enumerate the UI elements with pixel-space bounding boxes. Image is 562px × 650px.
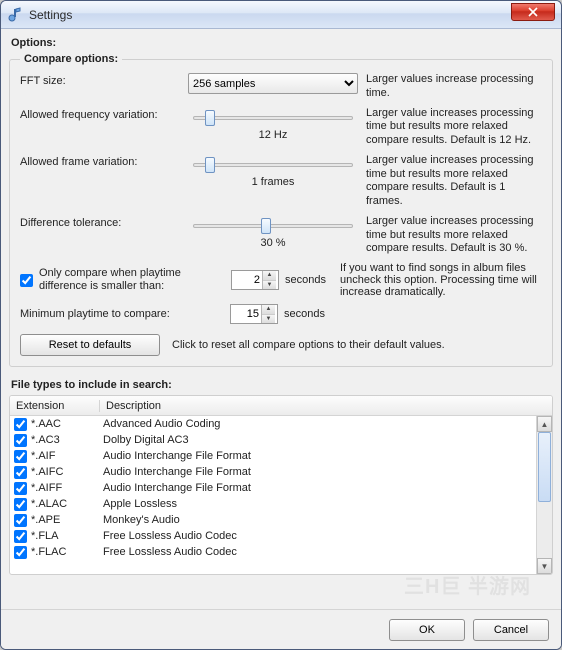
- filetype-desc: Audio Interchange File Format: [103, 466, 536, 478]
- filetype-desc: Audio Interchange File Format: [103, 450, 536, 462]
- reset-defaults-button[interactable]: Reset to defaults: [20, 334, 160, 356]
- filetype-row[interactable]: *.AIFCAudio Interchange File Format: [10, 464, 536, 480]
- fft-size-select[interactable]: 256 samples: [188, 73, 358, 94]
- min-playtime-unit: seconds: [284, 308, 325, 320]
- freq-value: 12 Hz: [259, 129, 288, 141]
- filetype-desc: Advanced Audio Coding: [103, 418, 536, 430]
- spin-down-icon[interactable]: ▼: [262, 315, 275, 324]
- filetypes-header: Extension Description: [10, 396, 552, 416]
- client-area: Options: Compare options: FFT size: 256 …: [1, 29, 561, 649]
- compare-options-legend: Compare options:: [20, 53, 122, 65]
- only-compare-label: Only compare when playtime difference is…: [39, 267, 231, 293]
- filetype-ext: *.ALAC: [31, 498, 103, 510]
- min-playtime-spinner[interactable]: ▲▼: [230, 304, 278, 324]
- filetype-checkbox[interactable]: [14, 418, 27, 431]
- col-extension[interactable]: Extension: [10, 400, 100, 412]
- filetype-ext: *.AAC: [31, 418, 103, 430]
- only-compare-unit: seconds: [285, 274, 326, 286]
- diff-label: Difference tolerance:: [20, 215, 188, 229]
- spin-up-icon[interactable]: ▲: [262, 305, 275, 315]
- min-playtime-label: Minimum playtime to compare:: [20, 308, 230, 320]
- frame-value: 1 frames: [252, 176, 295, 188]
- min-playtime-row: Minimum playtime to compare: ▲▼ seconds: [20, 304, 542, 324]
- filetypes-scrollbar[interactable]: ▲ ▼: [536, 416, 552, 574]
- filetype-ext: *.AIFC: [31, 466, 103, 478]
- only-compare-row: Only compare when playtime difference is…: [20, 262, 542, 298]
- filetype-ext: *.FLA: [31, 530, 103, 542]
- diff-help: Larger value increases processing time b…: [358, 215, 542, 256]
- freq-row: Allowed frequency variation: 12 Hz Large…: [20, 107, 542, 148]
- spin-down-icon[interactable]: ▼: [263, 281, 276, 290]
- settings-window: Settings Options: Compare options: FFT s…: [0, 0, 562, 650]
- fft-label: FFT size:: [20, 73, 188, 87]
- filetype-desc: Free Lossless Audio Codec: [103, 530, 536, 542]
- diff-row: Difference tolerance: 30 % Larger value …: [20, 215, 542, 256]
- diff-slider[interactable]: [193, 217, 353, 235]
- filetype-checkbox[interactable]: [14, 514, 27, 527]
- scroll-down-icon[interactable]: ▼: [537, 558, 552, 574]
- filetype-ext: *.AIF: [31, 450, 103, 462]
- freq-slider[interactable]: [193, 109, 353, 127]
- filetype-row[interactable]: *.AACAdvanced Audio Coding: [10, 416, 536, 432]
- filetype-row[interactable]: *.FLACFree Lossless Audio Codec: [10, 544, 536, 560]
- filetype-row[interactable]: *.APEMonkey's Audio: [10, 512, 536, 528]
- filetype-checkbox[interactable]: [14, 466, 27, 479]
- filetypes-list: Extension Description *.AACAdvanced Audi…: [9, 395, 553, 575]
- frame-help: Larger value increases processing time b…: [358, 154, 542, 209]
- filetype-desc: Audio Interchange File Format: [103, 482, 536, 494]
- filetype-row[interactable]: *.FLAFree Lossless Audio Codec: [10, 528, 536, 544]
- filetype-checkbox[interactable]: [14, 482, 27, 495]
- filetype-ext: *.FLAC: [31, 546, 103, 558]
- dialog-buttons: OK Cancel: [1, 609, 561, 649]
- filetype-checkbox[interactable]: [14, 530, 27, 543]
- freq-label: Allowed frequency variation:: [20, 107, 188, 121]
- filetype-desc: Dolby Digital AC3: [103, 434, 536, 446]
- filetype-row[interactable]: *.ALACApple Lossless: [10, 496, 536, 512]
- filetype-row[interactable]: *.AIFFAudio Interchange File Format: [10, 480, 536, 496]
- freq-help: Larger value increases processing time b…: [358, 107, 542, 148]
- reset-row: Reset to defaults Click to reset all com…: [20, 334, 542, 356]
- filetype-ext: *.AC3: [31, 434, 103, 446]
- spin-up-icon[interactable]: ▲: [263, 271, 276, 281]
- filetype-row[interactable]: *.AC3Dolby Digital AC3: [10, 432, 536, 448]
- fft-help: Larger values increase processing time.: [358, 73, 542, 101]
- scroll-thumb[interactable]: [538, 432, 551, 502]
- filetype-row[interactable]: *.AIFAudio Interchange File Format: [10, 448, 536, 464]
- window-title: Settings: [29, 8, 72, 22]
- filetype-desc: Apple Lossless: [103, 498, 536, 510]
- filetype-desc: Free Lossless Audio Codec: [103, 546, 536, 558]
- frame-slider[interactable]: [193, 156, 353, 174]
- frame-row: Allowed frame variation: 1 frames Larger…: [20, 154, 542, 209]
- filetype-desc: Monkey's Audio: [103, 514, 536, 526]
- filetype-checkbox[interactable]: [14, 434, 27, 447]
- filetype-checkbox[interactable]: [14, 450, 27, 463]
- col-description[interactable]: Description: [100, 400, 552, 412]
- app-icon: [7, 7, 23, 23]
- min-playtime-value[interactable]: [231, 308, 261, 320]
- filetype-checkbox[interactable]: [14, 498, 27, 511]
- only-compare-value[interactable]: [232, 274, 262, 286]
- filetype-ext: *.AIFF: [31, 482, 103, 494]
- only-compare-spinner[interactable]: ▲▼: [231, 270, 279, 290]
- reset-help: Click to reset all compare options to th…: [172, 339, 445, 351]
- ok-button[interactable]: OK: [389, 619, 465, 641]
- close-button[interactable]: [511, 3, 555, 21]
- only-compare-help: If you want to find songs in album files…: [326, 262, 542, 298]
- filetype-ext: *.APE: [31, 514, 103, 526]
- only-compare-checkbox[interactable]: [20, 274, 33, 287]
- compare-options-group: Compare options: FFT size: 256 samples L…: [9, 53, 553, 367]
- diff-value: 30 %: [260, 237, 285, 249]
- options-heading: Options:: [11, 37, 553, 49]
- fft-row: FFT size: 256 samples Larger values incr…: [20, 73, 542, 101]
- filetypes-legend: File types to include in search:: [11, 379, 553, 391]
- frame-label: Allowed frame variation:: [20, 154, 188, 168]
- titlebar[interactable]: Settings: [1, 1, 561, 29]
- scroll-up-icon[interactable]: ▲: [537, 416, 552, 432]
- cancel-button[interactable]: Cancel: [473, 619, 549, 641]
- filetype-checkbox[interactable]: [14, 546, 27, 559]
